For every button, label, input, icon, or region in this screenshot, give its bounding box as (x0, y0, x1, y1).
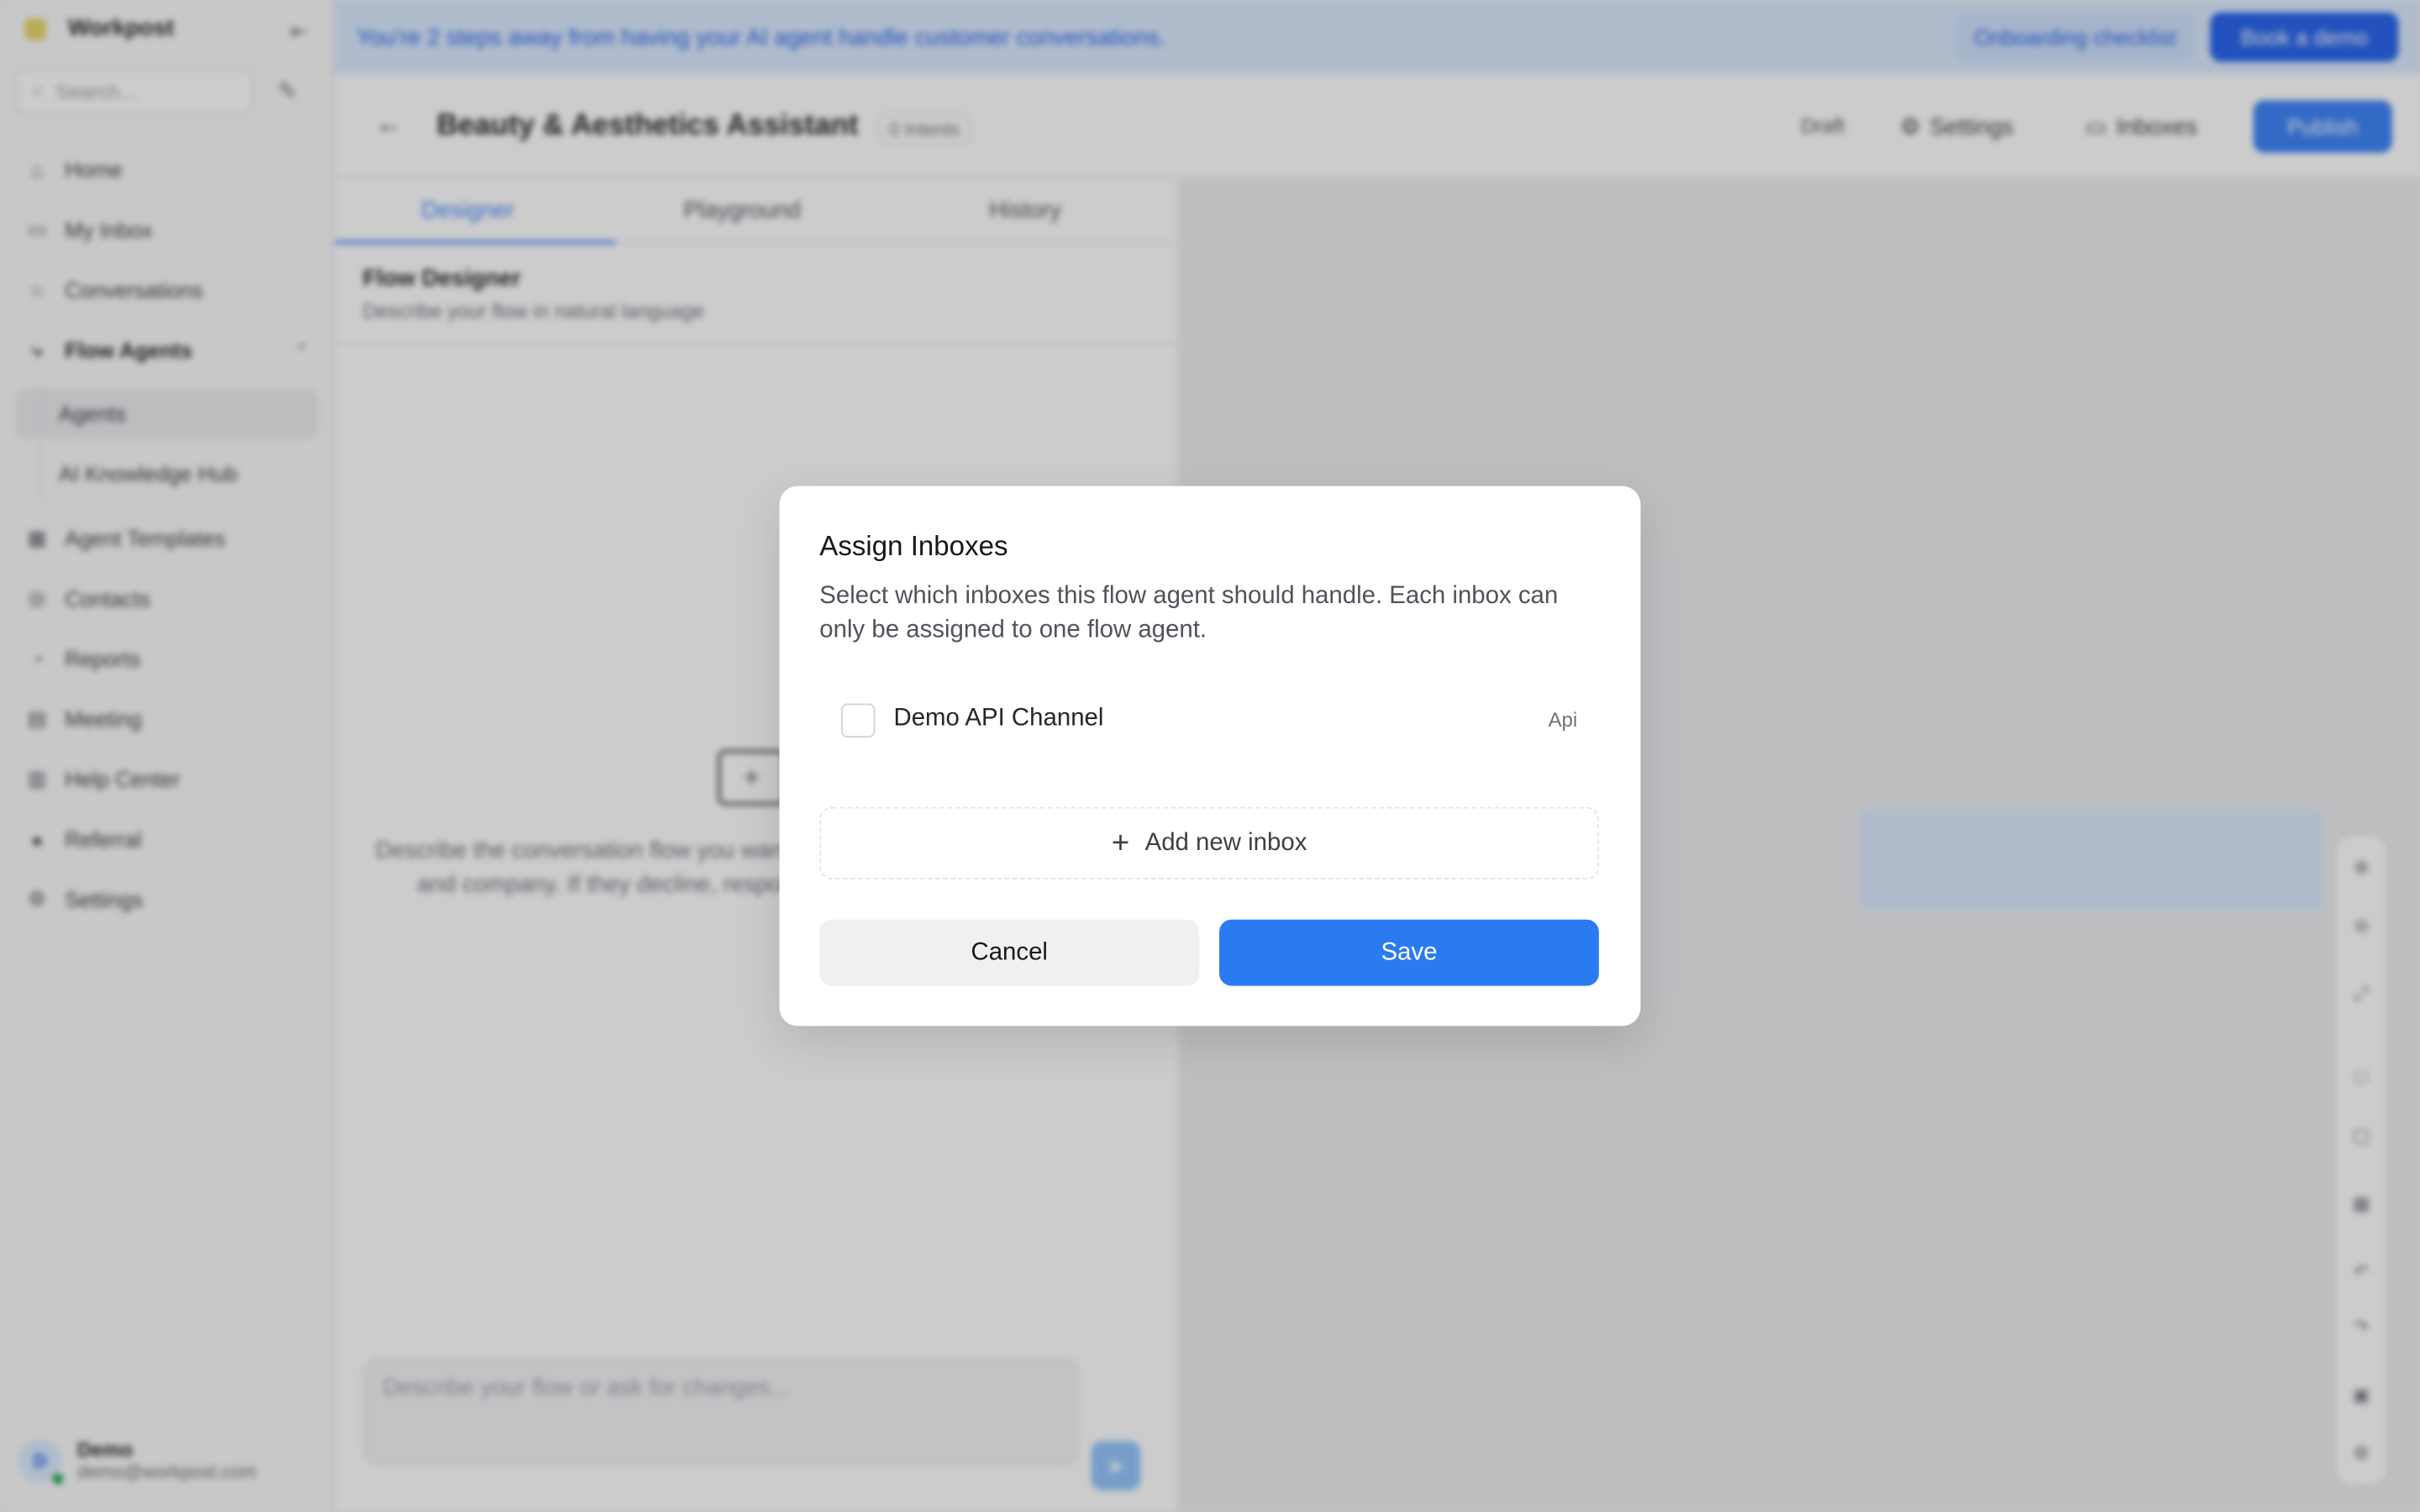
dialog-title: Assign Inboxes (819, 530, 1008, 562)
inbox-checkbox[interactable] (841, 703, 876, 738)
dialog-description: Select which inboxes this flow agent sho… (819, 583, 1559, 643)
inbox-type-badge: Api (1548, 708, 1578, 732)
inbox-option-row[interactable]: Demo API Channel Api (819, 686, 1599, 754)
add-new-inbox-button[interactable]: + Add new inbox (819, 806, 1599, 879)
add-inbox-label: Add new inbox (1144, 829, 1307, 856)
save-button[interactable]: Save (1219, 919, 1599, 986)
plus-icon: + (1111, 826, 1130, 860)
assign-inboxes-dialog: Assign Inboxes Select which inboxes this… (779, 486, 1641, 1026)
inbox-name: Demo API Channel (893, 705, 1104, 732)
cancel-button[interactable]: Cancel (819, 919, 1200, 986)
